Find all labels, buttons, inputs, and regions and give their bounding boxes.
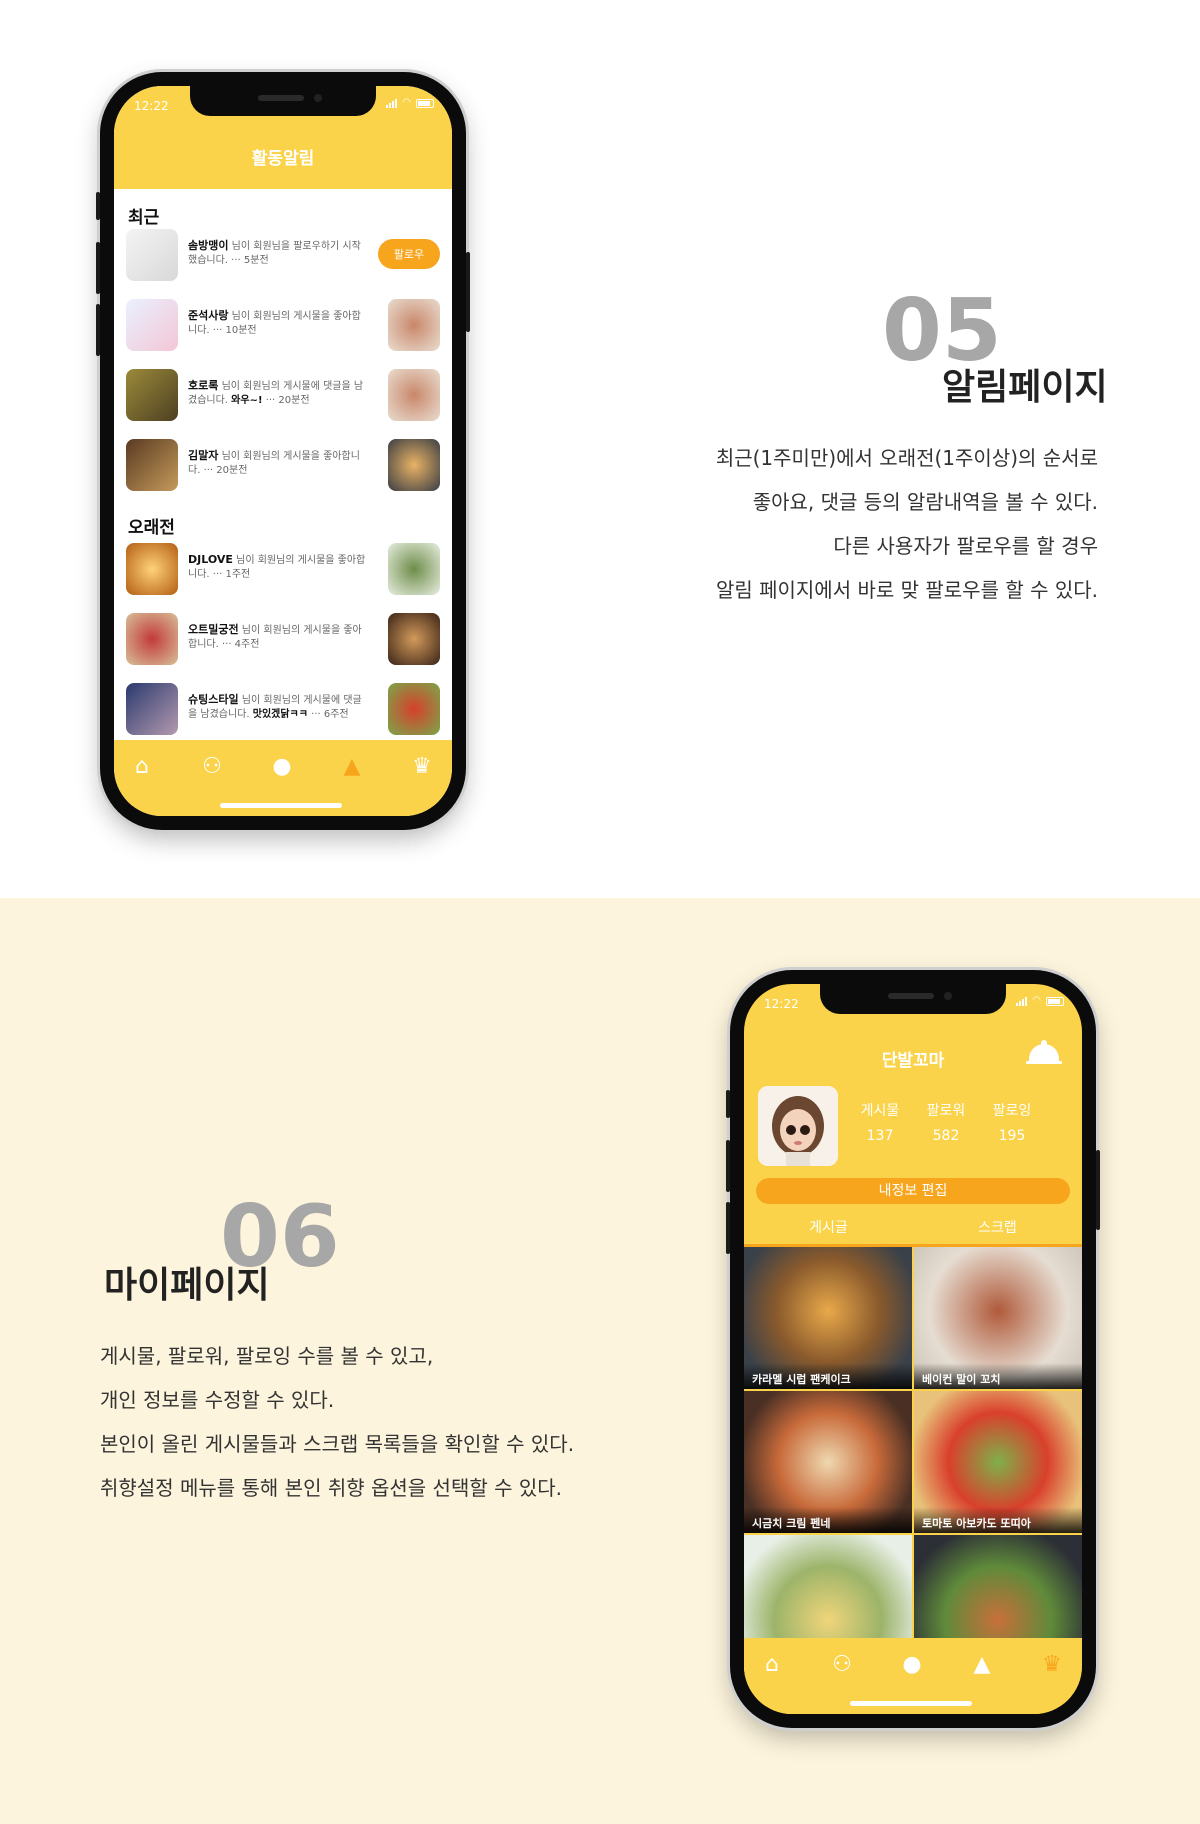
username[interactable]: 김말자 — [188, 449, 218, 462]
phone-mockup-mypage: 12:22 ◠ 단발꼬마 게시물 137 팔로워 582 팔로잉 195 내정보… — [726, 970, 1100, 1728]
signal-icon — [386, 98, 398, 108]
cloche-settings-icon[interactable] — [1026, 1040, 1062, 1064]
list-item[interactable]: 김말자 님이 회원님의 게시물을 좋아합니다. ··· 20분전 — [126, 439, 440, 491]
home-icon[interactable]: ⌂ — [752, 1650, 792, 1680]
home-indicator — [850, 1701, 972, 1706]
section-heading: 알림페이지 — [942, 367, 1108, 408]
home-indicator — [220, 803, 342, 808]
wifi-icon: ◠ — [402, 97, 411, 108]
chef-hat-icon[interactable]: ♛ — [1032, 1650, 1072, 1680]
section-description: 게시물, 팔로워, 팔로잉 수를 볼 수 있고, 개인 정보를 수정할 수 있다… — [100, 1344, 575, 1500]
friends-icon[interactable]: ⚇ — [822, 1650, 862, 1680]
user-avatar[interactable] — [126, 439, 178, 491]
chat-icon[interactable]: ● — [892, 1650, 932, 1680]
username[interactable]: 솜방맹이 — [188, 239, 228, 252]
tab-scrap[interactable]: 스크랩 — [913, 1214, 1082, 1242]
username[interactable]: DJLOVE — [188, 553, 233, 566]
battery-icon — [1046, 996, 1064, 1006]
tab-bar: ⌂ ⚇ ● ▲ ♛ — [114, 740, 452, 816]
follow-button[interactable]: 팔로우 — [378, 239, 440, 269]
list-item[interactable]: 슈팅스타일 님이 회원님의 게시물에 댓글을 남겼습니다. 맛있겠닭ㅋㅋ ···… — [126, 683, 440, 735]
post-thumbnail[interactable] — [388, 543, 440, 595]
section-notification-page: 12:22 ◠ 활동알림 최근 솜방맹이 님이 회원님을 팔로우하기 시작했습니… — [0, 0, 1200, 898]
section-heading: 마이페이지 — [104, 1265, 270, 1306]
post-tile[interactable]: 베이컨 말이 꼬치 — [914, 1247, 1082, 1389]
post-thumbnail[interactable] — [388, 439, 440, 491]
username[interactable]: 준석사랑 — [188, 309, 228, 322]
group-title-older: 오래전 — [128, 518, 175, 538]
list-item[interactable]: 준석사랑 님이 회원님의 게시물을 좋아합니다. ··· 10분전 — [126, 299, 440, 351]
post-tile[interactable]: 토마토 아보카도 또띠아 — [914, 1391, 1082, 1533]
post-thumbnail[interactable] — [388, 613, 440, 665]
post-tile[interactable]: 카라멜 시럽 팬케이크 — [744, 1247, 912, 1389]
chat-icon[interactable]: ● — [262, 752, 302, 782]
post-thumbnail[interactable] — [388, 299, 440, 351]
notch — [820, 984, 1006, 1014]
post-thumbnail[interactable] — [388, 683, 440, 735]
section-description: 최근(1주미만)에서 오래전(1주이상)의 순서로 좋아요, 댓글 등의 알람내… — [715, 446, 1098, 602]
list-item[interactable]: 오트밀궁전 님이 회원님의 게시물을 좋아합니다. ··· 4주전 — [126, 613, 440, 665]
group-title-recent: 최근 — [128, 208, 160, 228]
avatar[interactable] — [758, 1086, 838, 1166]
page-title: 활동알림 — [251, 149, 315, 169]
post-grid[interactable]: 카라멜 시럽 팬케이크 베이컨 말이 꼬치 시금치 크림 펜네 토마토 아보카도… — [744, 1247, 1082, 1677]
tab-bar: ⌂ ⚇ ● ▲ ♛ — [744, 1638, 1082, 1714]
edit-profile-button[interactable]: 내정보 편집 — [756, 1178, 1070, 1204]
phone-mockup-notifications: 12:22 ◠ 활동알림 최근 솜방맹이 님이 회원님을 팔로우하기 시작했습니… — [96, 72, 470, 830]
stat-posts[interactable]: 게시물 137 — [850, 1100, 910, 1144]
user-avatar[interactable] — [126, 543, 178, 595]
user-avatar[interactable] — [126, 369, 178, 421]
username[interactable]: 슈팅스타일 — [188, 693, 239, 706]
status-time: 12:22 — [764, 997, 799, 1011]
stat-following[interactable]: 팔로잉 195 — [982, 1100, 1042, 1144]
bell-icon[interactable]: ▲ — [332, 752, 372, 782]
status-time: 12:22 — [134, 99, 169, 113]
signal-icon — [1016, 996, 1028, 1006]
stat-followers[interactable]: 팔로워 582 — [916, 1100, 976, 1144]
list-item[interactable]: DJLOVE 님이 회원님의 게시물을 좋아합니다. ··· 1주전 — [126, 543, 440, 595]
notch — [190, 86, 376, 116]
battery-icon — [416, 98, 434, 108]
user-avatar[interactable] — [126, 613, 178, 665]
friends-icon[interactable]: ⚇ — [192, 752, 232, 782]
user-avatar[interactable] — [126, 229, 178, 281]
list-item[interactable]: 호로록 님이 회원님의 게시물에 댓글을 남겼습니다. 와우~! ··· 20분… — [126, 369, 440, 421]
list-item[interactable]: 솜방맹이 님이 회원님을 팔로우하기 시작했습니다. ··· 5분전 팔로우 — [126, 229, 440, 281]
wifi-icon: ◠ — [1032, 995, 1041, 1006]
phone-screen: 12:22 ◠ 단발꼬마 게시물 137 팔로워 582 팔로잉 195 내정보… — [744, 984, 1082, 1714]
post-tile[interactable]: 시금치 크림 펜네 — [744, 1391, 912, 1533]
bell-icon[interactable]: ▲ — [962, 1650, 1002, 1680]
username[interactable]: 오트밀궁전 — [188, 623, 239, 636]
username[interactable]: 호로록 — [188, 379, 218, 392]
notification-list[interactable]: 최근 솜방맹이 님이 회원님을 팔로우하기 시작했습니다. ··· 5분전 팔로… — [114, 189, 452, 735]
phone-screen: 12:22 ◠ 활동알림 최근 솜방맹이 님이 회원님을 팔로우하기 시작했습니… — [114, 86, 452, 816]
home-icon[interactable]: ⌂ — [122, 752, 162, 782]
chef-hat-icon[interactable]: ♛ — [402, 752, 442, 782]
section-my-page: 06 마이페이지 게시물, 팔로워, 팔로잉 수를 볼 수 있고, 개인 정보를… — [0, 898, 1200, 1824]
post-thumbnail[interactable] — [388, 369, 440, 421]
tab-posts[interactable]: 게시글 — [744, 1214, 913, 1242]
user-avatar[interactable] — [126, 683, 178, 735]
user-avatar[interactable] — [126, 299, 178, 351]
